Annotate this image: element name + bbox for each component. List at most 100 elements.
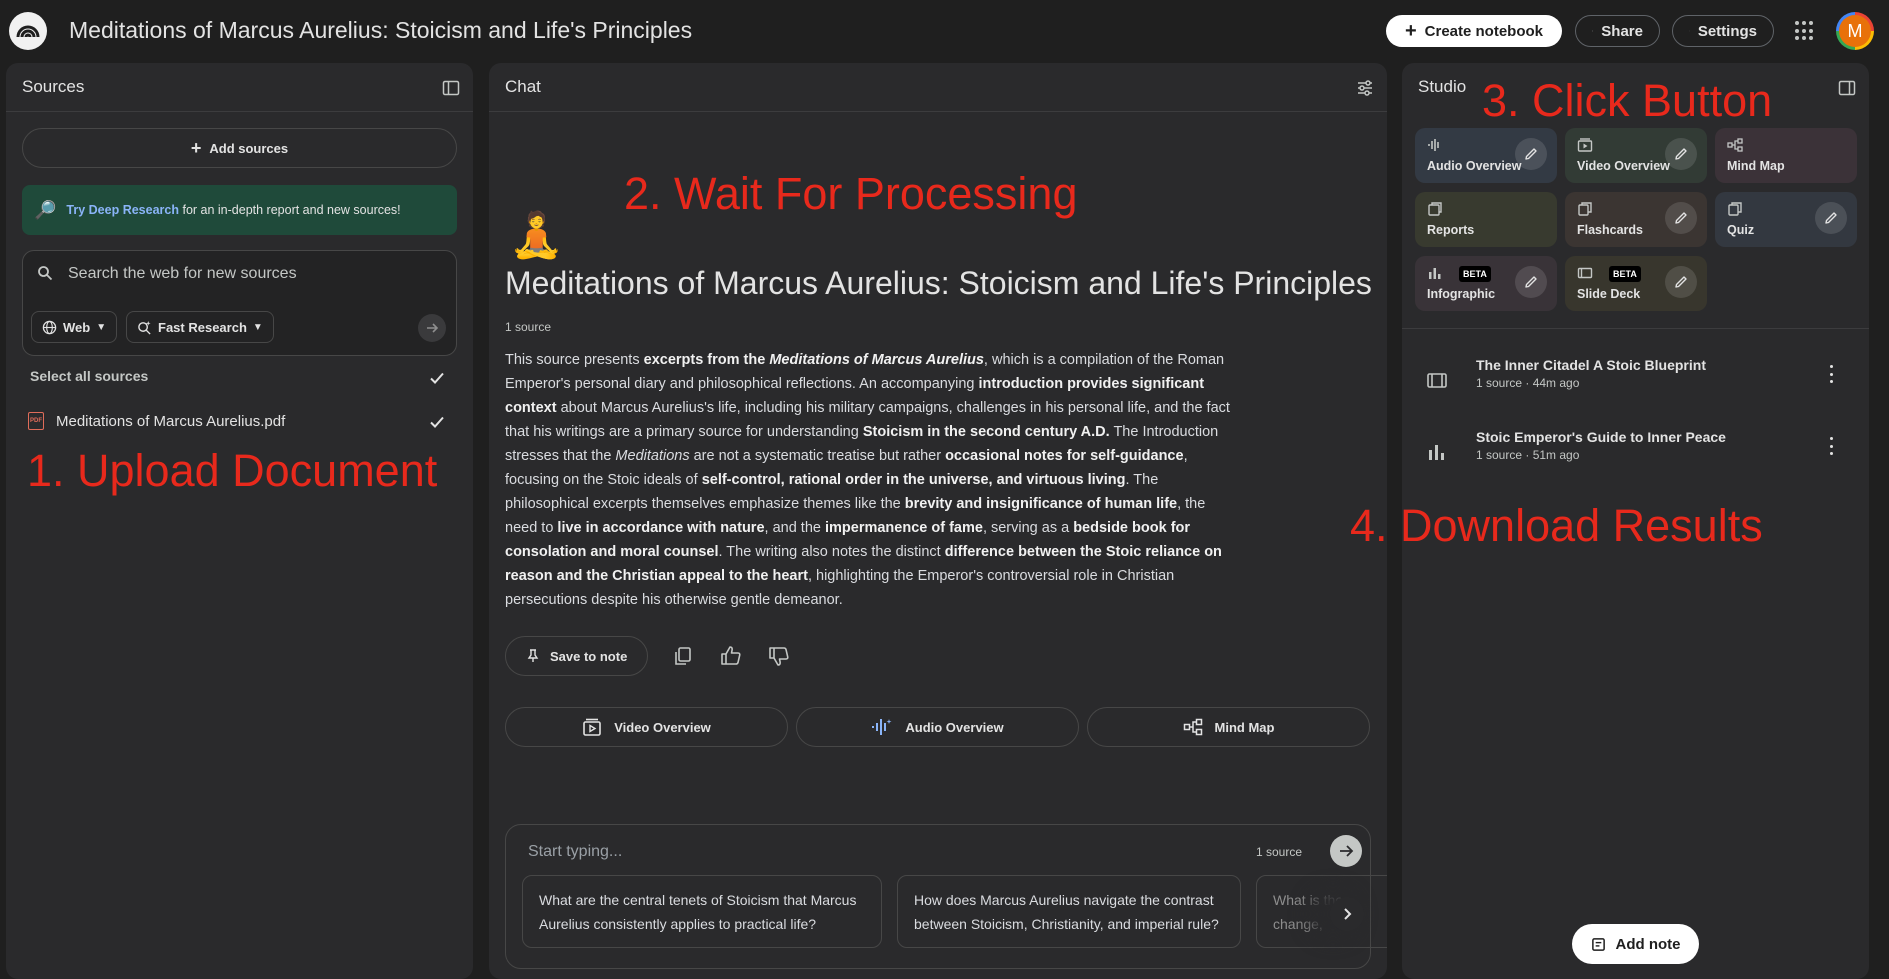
thumbs-down-button[interactable]: [766, 643, 792, 669]
share-button[interactable]: Share: [1575, 15, 1660, 47]
mind-map-button[interactable]: Mind Map: [1087, 707, 1370, 747]
composer-source-count: 1 source: [1256, 845, 1303, 859]
generated-note-item[interactable]: Stoic Emperor's Guide to Inner Peace 1 s…: [1426, 429, 1846, 479]
tune-settings-icon[interactable]: [1355, 78, 1375, 98]
divider: [1402, 328, 1869, 329]
select-all-label: Select all sources: [30, 368, 149, 384]
studio-card-label: Quiz: [1727, 223, 1755, 237]
magnifier-sparkle-icon: 🔎: [34, 199, 57, 220]
research-mode-dropdown[interactable]: Fast Research ▼: [126, 311, 274, 343]
apps-grid-icon[interactable]: [1795, 21, 1815, 41]
edit-pencil-button[interactable]: [1665, 266, 1697, 298]
slide-deck-icon: [1427, 373, 1447, 388]
add-note-label: Add note: [1615, 935, 1681, 953]
deep-research-link[interactable]: Try Deep Research: [66, 203, 179, 217]
suggested-question[interactable]: What are the central tenets of Stoicism …: [522, 875, 882, 948]
arrow-right-icon: [1340, 845, 1354, 857]
more-options-icon[interactable]: [1828, 437, 1834, 455]
web-search-input[interactable]: [68, 261, 438, 287]
suggested-question[interactable]: What is the change,: [1256, 875, 1387, 948]
studio-card-slide-deck[interactable]: BETA Slide Deck: [1565, 256, 1707, 311]
settings-button[interactable]: Settings: [1672, 15, 1774, 47]
plus-icon: +: [190, 138, 202, 158]
studio-card-quiz[interactable]: Quiz: [1715, 192, 1857, 247]
deep-research-banner[interactable]: 🔎 Try Deep Research for an in-depth repo…: [22, 185, 457, 235]
mind-map-label: Mind Map: [1214, 719, 1275, 735]
pencil-icon: [1525, 148, 1537, 160]
studio-card-mind-map[interactable]: Mind Map: [1715, 128, 1857, 183]
copy-icon: [675, 647, 692, 665]
create-notebook-button[interactable]: + Create notebook: [1386, 15, 1562, 47]
studio-card-label: Mind Map: [1727, 159, 1785, 173]
studio-card-flashcards[interactable]: Flashcards: [1565, 192, 1707, 247]
generated-note-item[interactable]: The Inner Citadel A Stoic Blueprint 1 so…: [1426, 357, 1846, 407]
chat-header: Chat: [489, 63, 1387, 112]
source-item[interactable]: PDF Meditations of Marcus Aurelius.pdf: [28, 412, 285, 430]
notebook-summary: This source presents excerpts from the M…: [505, 352, 1230, 608]
source-count: 1 source: [505, 320, 552, 334]
note-meta: 1 source · 44m ago: [1476, 376, 1580, 390]
edit-pencil-button[interactable]: [1665, 202, 1697, 234]
audio-overview-button[interactable]: Audio Overview: [796, 707, 1079, 747]
select-all-checkbox[interactable]: [428, 369, 446, 387]
audio-wave-icon: [1428, 139, 1439, 151]
annotation-step-3: 3. Click Button: [1482, 75, 1773, 126]
studio-card-label: Audio Overview: [1427, 159, 1522, 173]
studio-card-label: Video Overview: [1577, 159, 1670, 173]
audio-wave-icon: [872, 719, 892, 735]
search-submit-button[interactable]: [418, 314, 446, 342]
notebooklm-logo-icon[interactable]: [9, 12, 47, 50]
plus-icon: +: [1404, 20, 1417, 42]
add-sources-label: Add sources: [209, 140, 289, 156]
pencil-icon: [1675, 212, 1687, 224]
quick-actions: Video Overview Audio Overview Mind Map: [505, 707, 1370, 747]
pdf-icon: PDF: [28, 412, 44, 430]
video-overview-label: Video Overview: [614, 719, 711, 735]
web-source-dropdown[interactable]: Web ▼: [31, 311, 118, 343]
avatar-letter: M: [1839, 15, 1871, 47]
edit-pencil-button[interactable]: [1515, 138, 1547, 170]
studio-card-label: Slide Deck: [1577, 287, 1641, 301]
video-overview-button[interactable]: Video Overview: [505, 707, 788, 747]
note-title: Stoic Emperor's Guide to Inner Peace: [1476, 429, 1726, 445]
studio-card-audio-overview[interactable]: Audio Overview: [1415, 128, 1557, 183]
thumbs-up-button[interactable]: [718, 643, 744, 669]
send-button[interactable]: [1330, 835, 1362, 867]
check-icon: [430, 372, 444, 384]
add-note-button[interactable]: Add note: [1572, 924, 1699, 964]
studio-card-reports[interactable]: Reports: [1415, 192, 1557, 247]
edit-pencil-button[interactable]: [1515, 266, 1547, 298]
note-title: The Inner Citadel A Stoic Blueprint: [1476, 357, 1706, 373]
add-sources-button[interactable]: + Add sources: [22, 128, 457, 168]
meditating-person-emoji-icon: 🧘: [509, 211, 564, 260]
settings-label: Settings: [1697, 22, 1757, 40]
source-item-checkbox[interactable]: [428, 413, 446, 431]
notebook-title[interactable]: Meditations of Marcus Aurelius: Stoicism…: [69, 17, 692, 44]
chat-input[interactable]: [528, 839, 1228, 865]
collapse-panel-icon[interactable]: [1837, 78, 1857, 98]
copy-button[interactable]: [670, 643, 696, 669]
flashcards-icon: [1578, 202, 1592, 216]
collapse-panel-icon[interactable]: [441, 78, 461, 98]
studio-card-video-overview[interactable]: Video Overview: [1565, 128, 1707, 183]
thumbs-down-icon: [769, 647, 789, 666]
sources-panel: Sources + Add sources 🔎 Try Deep Researc…: [6, 63, 473, 979]
chevron-down-icon: ▼: [252, 321, 263, 333]
suggested-question[interactable]: How does Marcus Aurelius navigate the co…: [897, 875, 1241, 948]
chevron-right-icon: [1344, 908, 1352, 920]
avatar[interactable]: M: [1836, 12, 1874, 50]
share-label: Share: [1601, 22, 1643, 40]
beta-badge: BETA: [1609, 266, 1641, 282]
infographic-icon: [1429, 268, 1441, 279]
more-options-icon[interactable]: [1828, 365, 1834, 383]
pin-icon: [527, 649, 539, 662]
sources-title: Sources: [22, 77, 85, 96]
next-suggestions-button[interactable]: [1330, 897, 1364, 931]
chat-composer: 1 source What are the central tenets of …: [505, 824, 1387, 969]
edit-pencil-button[interactable]: [1815, 202, 1847, 234]
research-chip-label: Fast Research: [158, 319, 247, 335]
studio-card-infographic[interactable]: BETA Infographic: [1415, 256, 1557, 311]
edit-pencil-button[interactable]: [1665, 138, 1697, 170]
annotation-step-2: 2. Wait For Processing: [624, 168, 1078, 219]
save-to-note-button[interactable]: Save to note: [505, 636, 649, 676]
